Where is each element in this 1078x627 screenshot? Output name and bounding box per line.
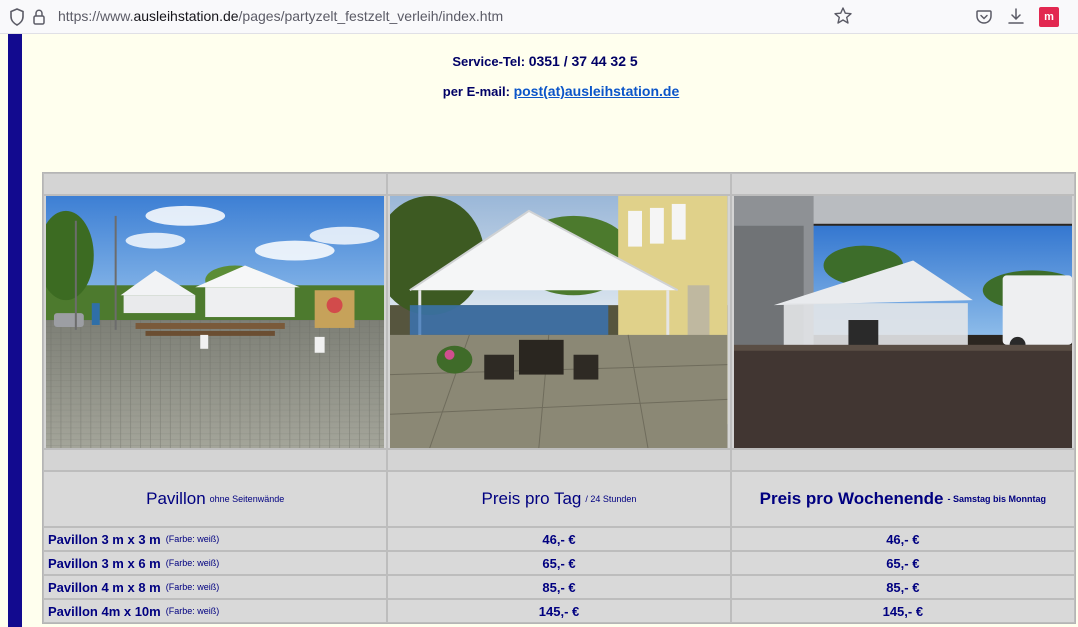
row-note: (Farbe: weiß) [165, 534, 220, 544]
table-row: Pavillon 4 m x 8 m (Farbe: weiß) 85,- € 8… [43, 575, 1075, 599]
table-header-row: Pavillon ohne Seitenwände Preis pro Tag … [43, 471, 1075, 527]
row-weekend-price: 46,- € [730, 527, 1075, 551]
header-pavillon-label: Pavillon [146, 489, 206, 508]
row-day-price: 85,- € [387, 575, 731, 599]
row-day-price: 46,- € [387, 527, 731, 551]
row-name: Pavillon 3 m x 3 m [48, 531, 161, 547]
extension-icon[interactable]: m [1039, 7, 1059, 27]
row-note: (Farbe: weiß) [165, 558, 220, 568]
left-accent-bar [8, 34, 22, 627]
spacer-cell [730, 173, 1075, 195]
browser-toolbar: https://www.ausleihstation.de/pages/part… [0, 0, 1078, 34]
spacer-cell [730, 449, 1075, 471]
header-price-weekend-label: Preis pro Wochenende [759, 489, 944, 508]
row-name-cell: Pavillon 4 m x 8 m (Farbe: weiß) [43, 575, 388, 599]
padlock-icon[interactable] [32, 8, 46, 26]
header-price-day: Preis pro Tag / 24 Stunden [387, 471, 731, 527]
row-name: Pavillon 4m x 10m [48, 603, 161, 619]
header-pavillon: Pavillon ohne Seitenwände [43, 471, 388, 527]
service-phone-line: Service-Tel: 0351 / 37 44 32 5 [0, 53, 1078, 69]
pavillon-price-table: Pavillon ohne Seitenwände Preis pro Tag … [42, 172, 1076, 624]
spacer-cell [43, 173, 388, 195]
row-weekend-price: 85,- € [730, 575, 1075, 599]
email-label: per E-mail: [442, 84, 510, 99]
bookmark-star-icon[interactable] [833, 6, 853, 26]
download-icon[interactable] [1007, 6, 1025, 26]
row-name-cell: Pavillon 3 m x 3 m (Farbe: weiß) [43, 527, 388, 551]
header-price-weekend: Preis pro Wochenende - Samstag bis Monnt… [730, 471, 1075, 527]
row-name: Pavillon 3 m x 6 m [48, 555, 161, 571]
service-number: 0351 / 37 44 32 5 [528, 53, 638, 69]
url-host: ausleihstation.de [133, 8, 239, 24]
table-row: Pavillon 4m x 10m (Farbe: weiß) 145,- € 1… [43, 599, 1075, 623]
header-price-day-label: Preis pro Tag [481, 489, 582, 508]
spacer-cell [43, 449, 388, 471]
url-path: /pages/partyzelt_festzelt_verleih/index.… [238, 8, 504, 24]
spacer-cell [387, 173, 731, 195]
row-note: (Farbe: weiß) [165, 606, 220, 616]
spacer-cell [387, 449, 731, 471]
header-price-weekend-sub: - Samstag bis Monntag [947, 494, 1047, 504]
email-line: per E-mail: post(at)ausleihstation.de [0, 83, 1078, 99]
pocket-icon[interactable] [975, 8, 993, 26]
row-day-price: 65,- € [387, 551, 731, 575]
tent-photo-hall [730, 195, 1075, 449]
header-pavillon-sub: ohne Seitenwände [209, 494, 285, 504]
tent-photo-patio [387, 195, 731, 449]
row-name: Pavillon 4 m x 8 m [48, 579, 161, 595]
table-row: Pavillon 3 m x 3 m (Farbe: weiß) 46,- € 4… [43, 527, 1075, 551]
table-spacer-row [43, 173, 1075, 195]
header-price-day-sub: / 24 Stunden [585, 494, 637, 504]
page-content: Service-Tel: 0351 / 37 44 32 5 per E-mai… [0, 34, 1078, 627]
service-label: Service-Tel: [452, 54, 526, 69]
tent-photo-parking-lot [43, 195, 388, 449]
row-name-cell: Pavillon 4m x 10m (Farbe: weiß) [43, 599, 388, 623]
photo-row [43, 195, 1075, 449]
table-spacer-row [43, 449, 1075, 471]
row-name-cell: Pavillon 3 m x 6 m (Farbe: weiß) [43, 551, 388, 575]
table-row: Pavillon 3 m x 6 m (Farbe: weiß) 65,- € 6… [43, 551, 1075, 575]
row-day-price: 145,- € [387, 599, 731, 623]
address-bar-url[interactable]: https://www.ausleihstation.de/pages/part… [58, 8, 503, 24]
row-weekend-price: 65,- € [730, 551, 1075, 575]
email-link[interactable]: post(at)ausleihstation.de [514, 83, 680, 99]
row-note: (Farbe: weiß) [165, 582, 220, 592]
url-prefix: https://www. [58, 8, 134, 24]
tracking-protection-shield-icon[interactable] [9, 8, 25, 26]
row-weekend-price: 145,- € [730, 599, 1075, 623]
